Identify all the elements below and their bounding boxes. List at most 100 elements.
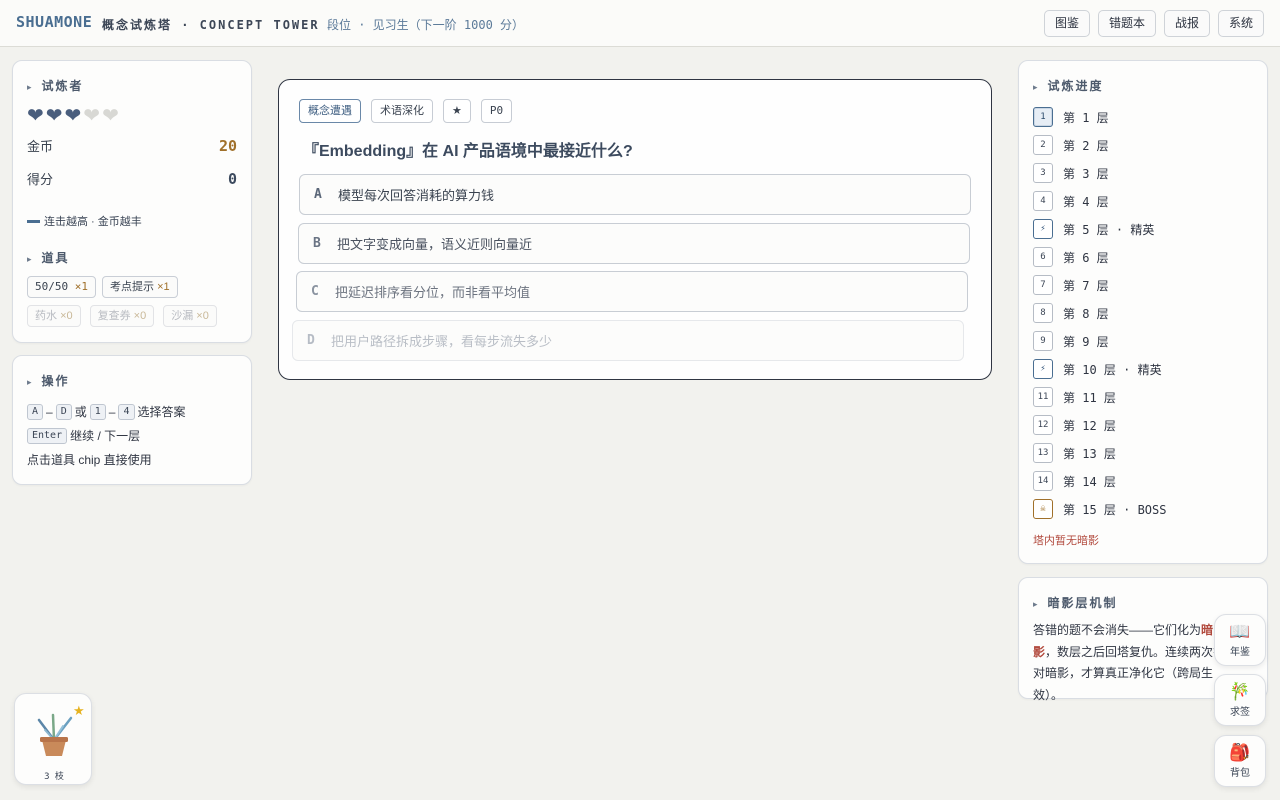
rank-status: 段位 · 见习生（下一阶 1000 分） [327, 18, 525, 32]
almanac-button[interactable]: 📖 年鉴 [1214, 614, 1266, 666]
coins-row: 金币 20 [27, 136, 237, 155]
floor-label: 第 15 层 · BOSS [1063, 502, 1167, 517]
option-text: 模型每次回答消耗的算力钱 [338, 188, 495, 203]
floor-label: 第 9 层 [1063, 334, 1109, 349]
op-continue-line: Enter 继续 / 下一层 [27, 427, 140, 444]
floor-row: ⚡ 第 10 层 · 精英 [1033, 359, 1162, 379]
floor-row: 11 第 11 层 [1033, 387, 1116, 407]
streak-text: 连击越高 · 金币越丰 [44, 216, 142, 228]
option-d[interactable]: D 把用户路径拆成步骤，看每步流失多少 [292, 320, 964, 361]
hearts: ❤ ❤ ❤ ❤ ❤ [27, 103, 119, 128]
wrong-book-button[interactable]: 错题本 [1097, 10, 1156, 37]
player-card: 试炼者 ❤ ❤ ❤ ❤ ❤ 金币 20 得分 0 连击越高 · 金币越丰 道具 … [12, 60, 252, 343]
items-title: 道具 [27, 249, 70, 266]
floor-label: 第 11 层 [1063, 390, 1116, 405]
fortune-stick-icon: 🎋 [1229, 681, 1251, 701]
floor-label: 第 3 层 [1063, 166, 1109, 181]
heart-full-icon: ❤ [64, 105, 82, 127]
key-enter: Enter [27, 427, 68, 444]
svg-text:★: ★ [73, 704, 85, 719]
floor-label: 第 10 层 · 精英 [1063, 362, 1162, 377]
floor-row: 1 第 1 层 [1033, 107, 1109, 127]
plant-count: 3 枝 [44, 772, 64, 782]
option-text: 把用户路径拆成步骤，看每步流失多少 [331, 334, 553, 349]
item-chip-hourglass[interactable]: 沙漏 ×0 [163, 305, 217, 327]
book-icon: 📖 [1229, 621, 1251, 641]
tower-title: 概念试炼塔 · CONCEPT TOWER [102, 18, 320, 32]
coins-label: 金币 [27, 139, 54, 154]
heart-empty-icon: ❤ [102, 105, 119, 127]
floor-label: 第 8 层 [1063, 306, 1109, 321]
progress-card-title: 试炼进度 [1033, 77, 1104, 94]
ops-card-title: 操作 [27, 372, 70, 389]
brand-logo: SHUAMONE [16, 13, 93, 31]
floor-label: 第 12 层 [1063, 418, 1116, 433]
key-a: A [27, 403, 44, 420]
item-chip-fifty[interactable]: 50/50 ×1 [27, 276, 96, 298]
lightning-icon: ⚡ [1033, 219, 1053, 239]
op-continue-text: 继续 / 下一层 [70, 429, 141, 443]
battle-report-button[interactable]: 战报 [1163, 10, 1210, 37]
heart-full-icon: ❤ [27, 105, 44, 127]
floor-label: 第 2 层 [1063, 138, 1109, 153]
floor-row: 13 第 13 层 [1033, 443, 1116, 463]
system-button[interactable]: 系统 [1217, 10, 1264, 37]
floor-label: 第 14 层 [1063, 474, 1116, 489]
option-b[interactable]: B 把文字变成向量，语义近则向量近 [298, 223, 970, 264]
almanac-label: 年鉴 [1230, 646, 1250, 658]
floor-number: 4 [1033, 191, 1053, 211]
floor-number: 14 [1033, 471, 1053, 491]
top-nav: 图鉴 错题本 战报 系统 [1043, 10, 1264, 37]
floor-label: 第 1 层 [1063, 110, 1109, 125]
backpack-icon: 🎒 [1229, 742, 1251, 762]
floor-label: 第 4 层 [1063, 194, 1109, 209]
item-chip-hint[interactable]: 考点提示 ×1 [102, 276, 178, 298]
option-c[interactable]: C 把延迟排序看分位，而非看平均值 [296, 271, 968, 312]
backpack-button[interactable]: 🎒 背包 [1214, 735, 1266, 787]
codex-button[interactable]: 图鉴 [1043, 10, 1090, 37]
floor-row: 14 第 14 层 [1033, 471, 1116, 491]
fortune-button[interactable]: 🎋 求签 [1214, 674, 1266, 726]
floor-label: 第 5 层 · 精英 [1063, 222, 1155, 237]
option-a[interactable]: A 模型每次回答消耗的算力钱 [299, 174, 971, 215]
tag-term: 术语深化 [371, 99, 433, 123]
score-value: 0 [227, 169, 237, 188]
mechanism-text: 答错的题不会消失——它们化为暗影，数层之后回塔复仇。连续两次答对暗影，才算真正净… [1033, 623, 1226, 702]
option-text: 把文字变成向量，语义近则向量近 [337, 237, 533, 252]
key-1: 1 [89, 403, 106, 420]
floor-number: 6 [1033, 247, 1053, 267]
potted-plant-icon: ★ [37, 704, 85, 756]
floor-row: ☠ 第 15 层 · BOSS [1033, 499, 1166, 519]
option-letter: D [307, 333, 315, 348]
floor-number: 12 [1033, 415, 1053, 435]
op-or-text: 或 [74, 405, 87, 419]
floor-number: 3 [1033, 163, 1053, 183]
coins-value: 20 [218, 136, 237, 155]
floor-number: 8 [1033, 303, 1053, 323]
quiz-panel: 概念遭遇 术语深化 ★ P0 『Embedding』在 AI 产品语境中最接近什… [278, 79, 992, 380]
floor-row: 4 第 4 层 [1033, 191, 1109, 211]
items-row-1: 50/50 ×1 考点提示 ×1 [27, 276, 178, 298]
question-tags: 概念遭遇 术语深化 ★ P0 [299, 99, 513, 123]
score-row: 得分 0 [27, 169, 237, 188]
op-select-line: A – D 或 1–4 选择答案 [27, 403, 186, 420]
progress-card: 试炼进度 1 第 1 层 2 第 2 层 3 第 3 层 4 第 4 层 ⚡ 第 5 层 · 精英… [1018, 60, 1268, 564]
floor-number: 9 [1033, 331, 1053, 351]
floor-number: 11 [1033, 387, 1053, 407]
tag-priority: P0 [480, 99, 513, 123]
floor-label: 第 7 层 [1063, 278, 1109, 293]
floor-row: 9 第 9 层 [1033, 331, 1109, 351]
key-4: 4 [118, 403, 135, 420]
floor-row: 8 第 8 层 [1033, 303, 1109, 323]
item-chip-potion[interactable]: 药水 ×0 [27, 305, 81, 327]
floor-row: 12 第 12 层 [1033, 415, 1116, 435]
item-chip-review[interactable]: 复查券 ×0 [89, 305, 155, 327]
streak-hint: 连击越高 · 金币越丰 [27, 213, 142, 229]
lightning-icon: ⚡ [1033, 359, 1053, 379]
plant-widget[interactable]: ★ 3 枝 [14, 693, 92, 785]
floor-row: 3 第 3 层 [1033, 163, 1109, 183]
floor-label: 第 6 层 [1063, 250, 1109, 265]
skull-icon: ☠ [1033, 499, 1053, 519]
heart-empty-icon: ❤ [83, 105, 101, 127]
backpack-label: 背包 [1230, 767, 1250, 779]
